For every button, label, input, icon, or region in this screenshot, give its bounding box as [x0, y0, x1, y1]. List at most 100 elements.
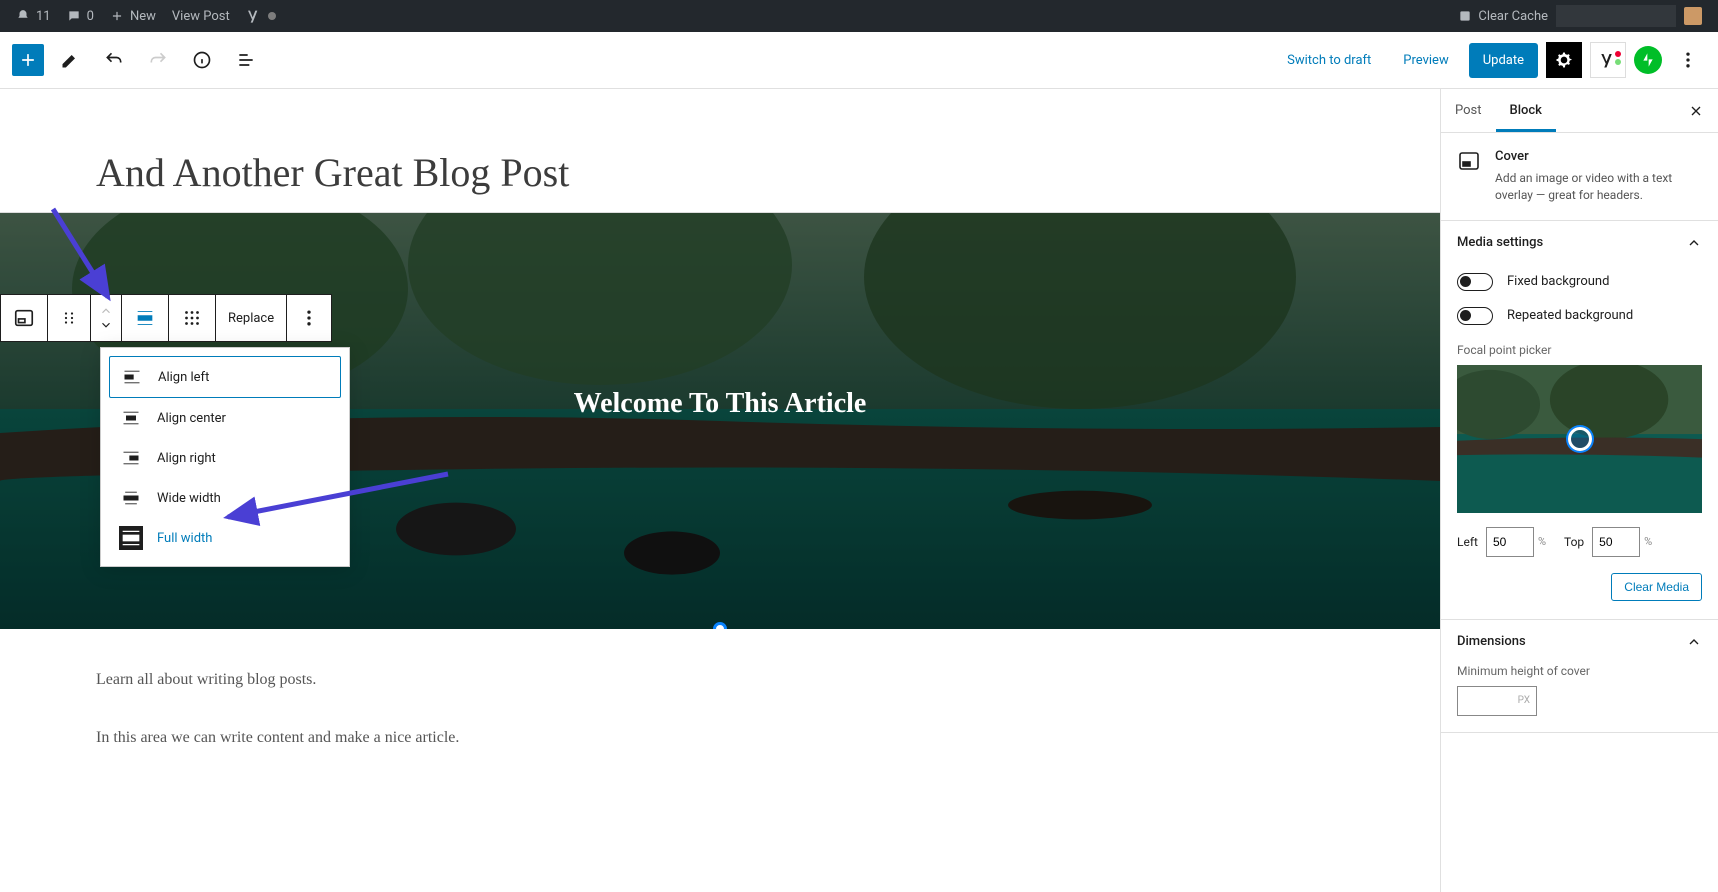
switch-to-draft-button[interactable]: Switch to draft: [1275, 45, 1383, 76]
tab-block[interactable]: Block: [1496, 89, 1556, 132]
yoast-icon: [246, 8, 262, 24]
list-icon: [236, 50, 256, 70]
kebab-icon: [1678, 50, 1698, 70]
info-icon: [192, 50, 212, 70]
close-sidebar-button[interactable]: [1674, 103, 1718, 119]
block-name: Cover: [1495, 149, 1702, 164]
block-type-button[interactable]: [1, 295, 48, 341]
info-button[interactable]: [184, 42, 220, 78]
min-height-label: Minimum height of cover: [1457, 664, 1702, 678]
align-center-option[interactable]: Align center: [109, 398, 341, 438]
pencil-icon: [60, 50, 80, 70]
percent-label: %: [1644, 535, 1652, 548]
panel-media-settings: Media settings Fixed background Repeated…: [1441, 221, 1718, 620]
admin-bar: 11 0 New View Post Clear Cache: [0, 0, 1718, 32]
fixed-background-toggle[interactable]: [1457, 273, 1493, 291]
kebab-icon: [299, 308, 319, 328]
full-width-icon: [119, 526, 143, 550]
focal-picker-label: Focal point picker: [1457, 343, 1702, 357]
alignment-button[interactable]: [122, 295, 169, 341]
redo-button[interactable]: [140, 42, 176, 78]
panel-dimensions-toggle[interactable]: Dimensions: [1441, 620, 1718, 664]
outline-button[interactable]: [228, 42, 264, 78]
admin-bubble-link[interactable]: 0: [59, 0, 102, 32]
cover-heading[interactable]: Welcome To This Article: [574, 388, 867, 420]
admin-new-link[interactable]: New: [102, 0, 164, 32]
panel-media-toggle[interactable]: Media settings: [1441, 221, 1718, 265]
block-desc-text: Add an image or video with a text overla…: [1495, 170, 1702, 204]
chevron-down-icon: [99, 318, 113, 332]
update-button[interactable]: Update: [1469, 43, 1538, 78]
yoast-status-dot-icon: [268, 12, 276, 20]
speech-bubble-icon: [67, 9, 81, 23]
close-icon: [1688, 103, 1704, 119]
gear-icon: [1554, 50, 1574, 70]
cover-resize-handle[interactable]: [713, 622, 727, 629]
min-height-input[interactable]: PX: [1457, 686, 1537, 716]
bubble-count: 0: [87, 9, 94, 24]
focal-top-label: Top: [1564, 535, 1584, 549]
avatar-icon: [1684, 7, 1702, 25]
admin-account[interactable]: [1676, 0, 1710, 32]
align-left-option[interactable]: Align left: [109, 356, 341, 398]
admin-search-input[interactable]: [1556, 5, 1676, 27]
admin-clear-cache[interactable]: Clear Cache: [1450, 0, 1556, 32]
annotation-arrow-1: [48, 207, 118, 307]
repeated-background-toggle[interactable]: [1457, 307, 1493, 325]
sidebar-tabs: Post Block: [1441, 89, 1718, 133]
chevron-up-icon: [1686, 634, 1702, 650]
align-left-icon: [120, 365, 144, 389]
settings-sidebar: Post Block Cover Add an image or video w…: [1440, 89, 1718, 892]
align-right-icon: [119, 446, 143, 470]
new-label: New: [130, 9, 156, 24]
jetpack-button[interactable]: [1634, 46, 1662, 74]
drag-icon: [60, 309, 78, 327]
bell-icon: [16, 9, 30, 23]
fixed-bg-label: Fixed background: [1507, 274, 1609, 289]
tab-post[interactable]: Post: [1441, 89, 1496, 132]
repeat-bg-label: Repeated background: [1507, 308, 1633, 323]
paragraph[interactable]: In this area we can write content and ma…: [96, 723, 680, 753]
annotation-arrow-2: [218, 469, 458, 529]
paragraph[interactable]: Learn all about writing blog posts.: [96, 665, 680, 695]
focal-left-input[interactable]: [1486, 527, 1534, 557]
post-title[interactable]: And Another Great Blog Post: [0, 89, 1440, 206]
cover-icon: [13, 307, 35, 329]
post-content[interactable]: Learn all about writing blog posts. In t…: [0, 629, 680, 754]
comments-count: 11: [36, 9, 51, 24]
content-position-button[interactable]: [169, 295, 216, 341]
admin-yoast[interactable]: [238, 0, 284, 32]
undo-button[interactable]: [96, 42, 132, 78]
focal-top-input[interactable]: [1592, 527, 1640, 557]
jetpack-icon: [1640, 52, 1656, 68]
undo-icon: [104, 50, 124, 70]
focal-point-picker[interactable]: [1457, 365, 1702, 513]
edit-mode-button[interactable]: [52, 42, 88, 78]
alignment-dropdown: Align left Align center Align right Wide…: [100, 347, 350, 567]
block-more-button[interactable]: [287, 295, 331, 341]
more-menu-button[interactable]: [1670, 42, 1706, 78]
chevron-up-icon: [1686, 235, 1702, 251]
add-block-button[interactable]: [12, 44, 44, 76]
redo-icon: [148, 50, 168, 70]
replace-button[interactable]: Replace: [216, 295, 287, 341]
focal-left-label: Left: [1457, 535, 1478, 549]
percent-label: %: [1538, 535, 1546, 548]
plus-icon: [18, 50, 38, 70]
preview-button[interactable]: Preview: [1391, 45, 1460, 76]
admin-view-post[interactable]: View Post: [164, 0, 238, 32]
clear-media-button[interactable]: Clear Media: [1611, 573, 1702, 601]
settings-button[interactable]: [1546, 42, 1582, 78]
align-icon: [134, 307, 156, 329]
cache-icon: [1458, 9, 1472, 23]
admin-comments-link[interactable]: 11: [8, 0, 59, 32]
focal-point-handle[interactable]: [1568, 427, 1592, 451]
yoast-panel-button[interactable]: [1590, 42, 1626, 78]
grid-dots-icon: [181, 307, 203, 329]
wide-width-icon: [119, 486, 143, 510]
plus-icon: [110, 9, 124, 23]
block-description: Cover Add an image or video with a text …: [1441, 133, 1718, 221]
cover-icon: [1457, 149, 1481, 173]
editor-canvas[interactable]: And Another Great Blog Post Replace Alig…: [0, 89, 1440, 892]
editor-toolbar: Switch to draft Preview Update: [0, 32, 1718, 89]
